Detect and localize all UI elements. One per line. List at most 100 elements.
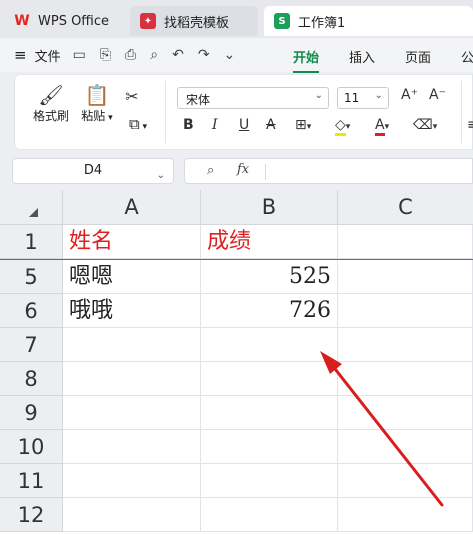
cell-a12[interactable] <box>63 498 201 532</box>
cell-a9[interactable] <box>63 396 201 430</box>
font-color-icon[interactable]: A▾ <box>375 117 389 136</box>
tab-page[interactable]: 页面 <box>405 47 431 66</box>
format-painter-button[interactable]: 🖌 格式刷 <box>29 83 73 124</box>
print-icon[interactable]: ⎙ <box>125 47 136 63</box>
cell-c9[interactable] <box>338 396 473 430</box>
row-header[interactable]: 8 <box>0 362 63 396</box>
column-header-b[interactable]: B <box>201 190 338 225</box>
increase-font-icon[interactable]: A⁺ <box>401 87 418 103</box>
underline-icon[interactable]: U <box>239 117 249 133</box>
format-painter-label: 格式刷 <box>32 109 69 123</box>
export-icon[interactable]: ⎘ <box>100 47 111 63</box>
cell-b10[interactable] <box>201 430 338 464</box>
font-size-value: 11 <box>344 91 360 105</box>
row-header[interactable]: 12 <box>0 498 63 532</box>
row-header[interactable]: 1 <box>0 225 63 259</box>
cell-a1[interactable]: 姓名 <box>63 225 201 259</box>
spreadsheet-grid[interactable]: A B C 1 姓名 成绩 5 嗯嗯 525 6 哦哦 726 7 8 9 10… <box>0 190 473 535</box>
copy-icon: ⧉ <box>128 115 140 133</box>
cell-b6[interactable]: 726 <box>201 294 338 328</box>
cell-b1[interactable]: 成绩 <box>201 225 338 259</box>
column-header-a[interactable]: A <box>63 190 201 225</box>
font-name-value: 宋体 <box>186 93 211 107</box>
border-icon[interactable]: ⊞▾ <box>295 117 311 133</box>
ribbon-divider <box>165 81 166 143</box>
row-header[interactable]: 7 <box>0 328 63 362</box>
cell-c6[interactable] <box>338 294 473 328</box>
quick-access-toolbar: ▭ ⎘ ⎙ ⌕ ↶ ↷ ⌄ <box>73 47 236 63</box>
tab-wps-office[interactable]: W WPS Office <box>4 6 124 36</box>
column-header-c[interactable]: C <box>338 190 473 225</box>
save-icon[interactable]: ▭ <box>73 47 86 63</box>
cell-b5[interactable]: 525 <box>201 260 338 294</box>
brush-icon: 🖌 <box>38 83 64 107</box>
decrease-font-icon[interactable]: A⁻ <box>429 87 446 103</box>
clear-format-icon[interactable]: ⌫▾ <box>413 117 437 133</box>
tab-template-store[interactable]: ✦ 找稻壳模板 <box>130 6 258 36</box>
paste-button[interactable]: 📋 粘贴 ▾ <box>77 83 117 124</box>
row-header[interactable]: 10 <box>0 430 63 464</box>
cell-a5[interactable]: 嗯嗯 <box>63 260 201 294</box>
cell-b8[interactable] <box>201 362 338 396</box>
tab-home[interactable]: 开始 <box>293 47 320 73</box>
formula-input[interactable]: ⌕ fx <box>184 158 473 184</box>
cell-b12[interactable] <box>201 498 338 532</box>
zoom-search-icon[interactable]: ⌕ <box>207 163 214 178</box>
tab-insert[interactable]: 插入 <box>349 47 375 66</box>
row-header[interactable]: 9 <box>0 396 63 430</box>
tab-template-label: 找稻壳模板 <box>164 15 230 31</box>
menu-bar: ≡ 文件 ▭ ⎘ ⎙ ⌕ ↶ ↷ ⌄ 开始 插入 页面 公 <box>0 38 473 73</box>
cell-c12[interactable] <box>338 498 473 532</box>
name-box[interactable]: D4 ⌄ <box>12 158 174 184</box>
cell-a8[interactable] <box>63 362 201 396</box>
more-chevron-icon[interactable]: ⌄ <box>224 47 236 63</box>
strikethrough-icon[interactable]: A <box>266 117 276 133</box>
cell-a11[interactable] <box>63 464 201 498</box>
redo-icon[interactable]: ↷ <box>198 47 210 63</box>
align-icon[interactable]: ≡ <box>467 117 473 133</box>
docer-logo-icon: ✦ <box>140 13 156 29</box>
cell-b9[interactable] <box>201 396 338 430</box>
menu-icon[interactable]: ≡ <box>14 46 27 64</box>
cell-b7[interactable] <box>201 328 338 362</box>
chevron-down-icon: ⌄ <box>314 90 323 101</box>
print-preview-icon[interactable]: ⌕ <box>150 47 158 63</box>
chevron-down-icon: ⌄ <box>374 90 383 101</box>
spreadsheet-icon: S <box>274 13 290 29</box>
clipboard-icon: 📋 <box>84 83 110 107</box>
tab-workbook-label: 工作簿1 <box>298 15 346 31</box>
bold-icon[interactable]: B <box>183 117 194 133</box>
paste-label: 粘贴 <box>81 109 106 123</box>
row-header[interactable]: 6 <box>0 294 63 328</box>
undo-icon[interactable]: ↶ <box>172 47 184 63</box>
cell-b11[interactable] <box>201 464 338 498</box>
row-header[interactable]: 5 <box>0 260 63 294</box>
copy-button[interactable]: ⧉ ▾ <box>121 115 155 133</box>
scissors-icon: ✂ <box>125 87 139 106</box>
title-tab-bar: W WPS Office ✦ 找稻壳模板 S 工作簿1 <box>0 0 473 38</box>
italic-icon[interactable]: I <box>212 117 218 133</box>
tab-formula[interactable]: 公 <box>461 47 473 66</box>
fill-color-icon[interactable]: ◇▾ <box>335 117 350 136</box>
cell-c5[interactable] <box>338 260 473 294</box>
font-size-select[interactable]: 11 ⌄ <box>337 87 389 109</box>
cell-c1[interactable] <box>338 225 473 259</box>
select-all-corner[interactable] <box>0 190 63 225</box>
cell-a10[interactable] <box>63 430 201 464</box>
font-name-select[interactable]: 宋体 ⌄ <box>177 87 329 109</box>
ribbon-home: 🖌 格式刷 📋 粘贴 ▾ ✂ ⧉ ▾ 宋体 ⌄ 11 ⌄ A⁺ A⁻ B I U… <box>14 74 473 150</box>
cell-c8[interactable] <box>338 362 473 396</box>
row-header[interactable]: 11 <box>0 464 63 498</box>
file-menu[interactable]: 文件 <box>35 46 61 65</box>
tab-wps-label: WPS Office <box>38 13 110 29</box>
cut-button[interactable]: ✂ <box>121 85 143 109</box>
cell-c7[interactable] <box>338 328 473 362</box>
cell-a7[interactable] <box>63 328 201 362</box>
tab-workbook[interactable]: S 工作簿1 <box>264 6 473 36</box>
fx-icon[interactable]: fx <box>237 162 249 177</box>
wps-logo-icon: W <box>14 13 30 29</box>
cell-a6[interactable]: 哦哦 <box>63 294 201 328</box>
cell-c11[interactable] <box>338 464 473 498</box>
cell-c10[interactable] <box>338 430 473 464</box>
cell-reference: D4 <box>83 163 103 178</box>
